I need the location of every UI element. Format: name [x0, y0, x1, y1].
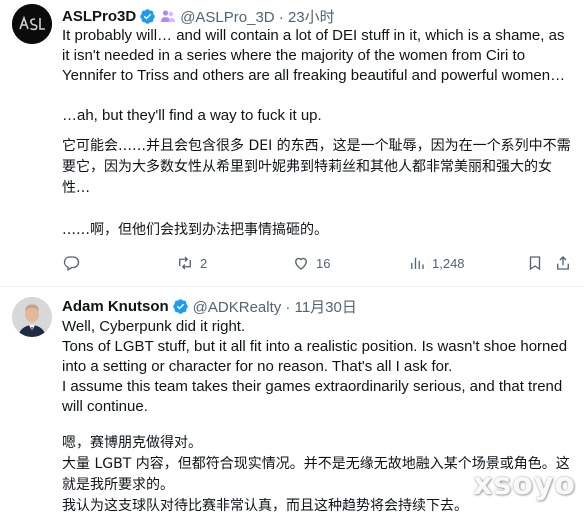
avatar-aslpro3d[interactable]: [12, 4, 52, 44]
verified-badge-icon: [172, 298, 188, 314]
aslpro-logo-icon: [12, 4, 52, 44]
tweet-text: It probably will… and will contain a lot…: [62, 26, 576, 240]
tweet-header: ASLPro3D @ASLPro_3D · 23小时: [62, 6, 335, 26]
reply-icon: [63, 256, 80, 271]
handle-and-time[interactable]: @ADKRealty · 11月30日: [193, 296, 357, 317]
person-photo-icon: [12, 297, 52, 337]
tweet-header: Adam Knutson @ADKRealty · 11月30日: [62, 296, 357, 316]
like-icon: [295, 257, 307, 270]
retweet-count: 2: [200, 255, 208, 271]
share-icon: [557, 256, 569, 270]
tweet-paragraph-en: Well, Cyberpunk did it right. Tons of LG…: [62, 318, 568, 415]
views-button[interactable]: 1,248: [408, 252, 465, 274]
tweet-paragraph-en-1: It probably will… and will contain a lot…: [62, 27, 566, 84]
like-count: 16: [316, 255, 331, 271]
watermark: xsoyo: [473, 467, 576, 502]
share-button[interactable]: [554, 252, 572, 274]
tweet-aslpro3d[interactable]: ASLPro3D @ASLPro_3D · 23小时 It probably w…: [0, 0, 584, 286]
verified-badge-icon: [140, 8, 155, 24]
handle-and-time[interactable]: @ASLPro_3D · 23小时: [180, 6, 334, 27]
tweet-paragraph-en-2: …ah, but they'll find a way to fuck it u…: [62, 107, 322, 124]
bookmark-icon: [529, 256, 541, 271]
tweet-paragraph-zh-2: ……啊，但他们会找到办法把事情搞砸的。: [62, 222, 328, 238]
tweet-paragraph-zh-1: 它可能会……并且会包含很多 DEI 的东西，这是一个耻辱，因为在一个系列中不需要…: [62, 138, 571, 196]
views-count: 1,248: [432, 255, 465, 271]
retweet-button[interactable]: 2: [176, 252, 207, 274]
views-icon: [411, 257, 424, 269]
tweet-actions: 2 16 1,248: [62, 252, 572, 274]
like-button[interactable]: 16: [292, 252, 330, 274]
bookmark-button[interactable]: [526, 252, 544, 274]
affiliate-people-icon: [161, 10, 176, 22]
display-name[interactable]: ASLPro3D: [62, 8, 136, 25]
avatar-adam-knutson[interactable]: [12, 297, 52, 337]
display-name[interactable]: Adam Knutson: [62, 298, 169, 315]
retweet-icon: [179, 256, 191, 270]
reply-button[interactable]: [62, 252, 86, 274]
